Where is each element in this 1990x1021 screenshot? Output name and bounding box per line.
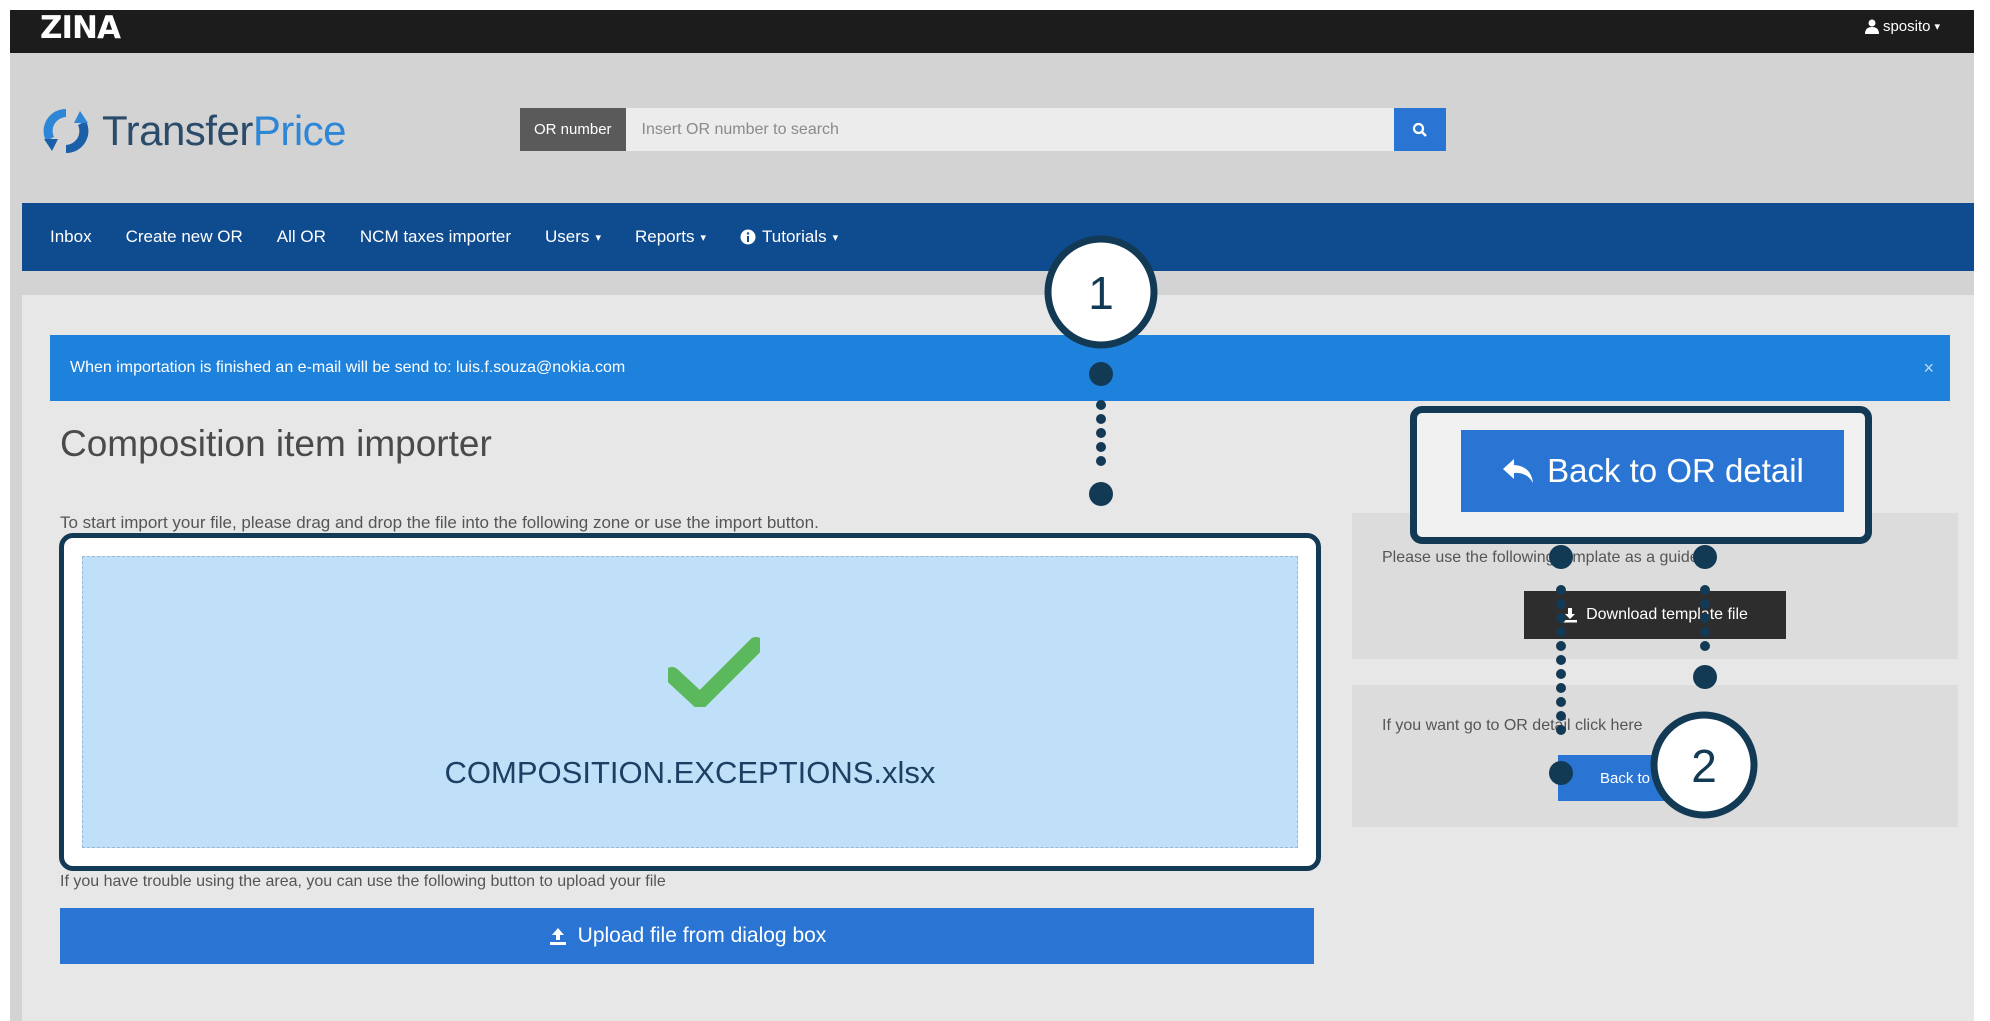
download-template-button-label: Download template file <box>1586 606 1748 623</box>
nav-users[interactable]: Users ▾ <box>545 227 601 247</box>
nav-tutorials-label: Tutorials <box>762 227 827 246</box>
download-template-button[interactable]: Download template file <box>1524 591 1786 639</box>
nav-reports-label: Reports <box>634 227 695 246</box>
back-to-or-detail-button-small[interactable]: Back to OR detail <box>1558 755 1728 801</box>
chevron-down-icon: ▾ <box>595 231 601 244</box>
instructions-text: To start import your file, please drag a… <box>60 513 819 532</box>
nav-create-new-or-label: Create new OR <box>125 227 243 246</box>
search-button[interactable] <box>1393 108 1446 151</box>
app-logo[interactable]: TransferPrice <box>40 105 347 157</box>
reply-arrow-icon <box>1503 459 1534 483</box>
chevron-down-icon: ▾ <box>1934 21 1940 33</box>
nav-inbox[interactable]: Inbox <box>50 227 92 247</box>
back-button-callout: Back to OR detail <box>1410 406 1872 544</box>
nav-inbox-label: Inbox <box>50 227 92 246</box>
search-icon <box>1412 122 1427 137</box>
user-icon <box>1864 19 1879 34</box>
back-to-or-detail-label: Back to OR detail <box>1547 452 1804 489</box>
search-input[interactable] <box>625 108 1394 151</box>
upload-file-button-label: Upload file from dialog box <box>577 924 827 947</box>
page-title: Composition item importer <box>60 423 492 464</box>
search-bar: OR number <box>520 108 1446 151</box>
dropzone-callout: COMPOSITION.EXCEPTIONS.xlsx <box>59 533 1321 871</box>
info-alert: When importation is finished an e-mail w… <box>50 335 1950 401</box>
close-icon[interactable]: × <box>1923 335 1934 401</box>
chevron-down-icon: ▾ <box>832 231 839 244</box>
logo-text-a: Transfer <box>102 107 253 154</box>
or-detail-text: If you want go to OR detail click here <box>1382 717 1643 734</box>
transfer-arrows-icon <box>43 108 89 154</box>
logo-text: TransferPrice <box>102 107 347 155</box>
search-label: OR number <box>520 108 626 151</box>
alert-text: When importation is finished an e-mail w… <box>70 359 626 376</box>
nav-all-or-label: All OR <box>276 227 326 246</box>
or-detail-box: If you want go to OR detail click here B… <box>1352 685 1958 827</box>
user-name: sposito <box>1882 18 1931 35</box>
brand-logo[interactable]: ZINA <box>40 10 121 46</box>
nav-reports[interactable]: Reports ▾ <box>635 227 706 247</box>
upload-icon <box>549 928 566 945</box>
user-menu[interactable]: sposito ▾ <box>1864 18 1940 35</box>
content-panel: When importation is finished an e-mail w… <box>22 295 1974 1021</box>
nav-all-or[interactable]: All OR <box>277 227 326 247</box>
logo-text-b: Price <box>252 107 347 154</box>
upload-help-text: If you have trouble using the area, you … <box>60 873 666 890</box>
info-icon <box>740 229 756 245</box>
main-nav: Inbox Create new OR All OR NCM taxes imp… <box>22 203 1974 271</box>
uploaded-file-name: COMPOSITION.EXCEPTIONS.xlsx <box>444 755 936 790</box>
back-to-or-detail-button[interactable]: Back to OR detail <box>1461 430 1844 512</box>
top-bar: ZINA sposito ▾ <box>10 10 1974 53</box>
nav-tutorials[interactable]: Tutorials ▾ <box>740 227 838 247</box>
nav-ncm-taxes-importer[interactable]: NCM taxes importer <box>360 227 511 247</box>
chevron-down-icon: ▾ <box>700 231 707 244</box>
nav-users-label: Users <box>545 227 590 246</box>
template-text: Please use the following template as a g… <box>1382 549 1699 566</box>
app-window: ZINA sposito ▾ TransferPrice OR number I… <box>10 10 1974 1021</box>
back-to-or-detail-small-label: Back to OR detail <box>1600 769 1717 787</box>
file-dropzone[interactable]: COMPOSITION.EXCEPTIONS.xlsx <box>82 556 1298 848</box>
nav-create-new-or[interactable]: Create new OR <box>126 227 243 247</box>
checkmark-icon <box>668 637 760 707</box>
download-icon <box>1563 608 1578 623</box>
nav-ncm-taxes-importer-label: NCM taxes importer <box>359 227 512 246</box>
upload-file-button[interactable]: Upload file from dialog box <box>60 908 1314 964</box>
